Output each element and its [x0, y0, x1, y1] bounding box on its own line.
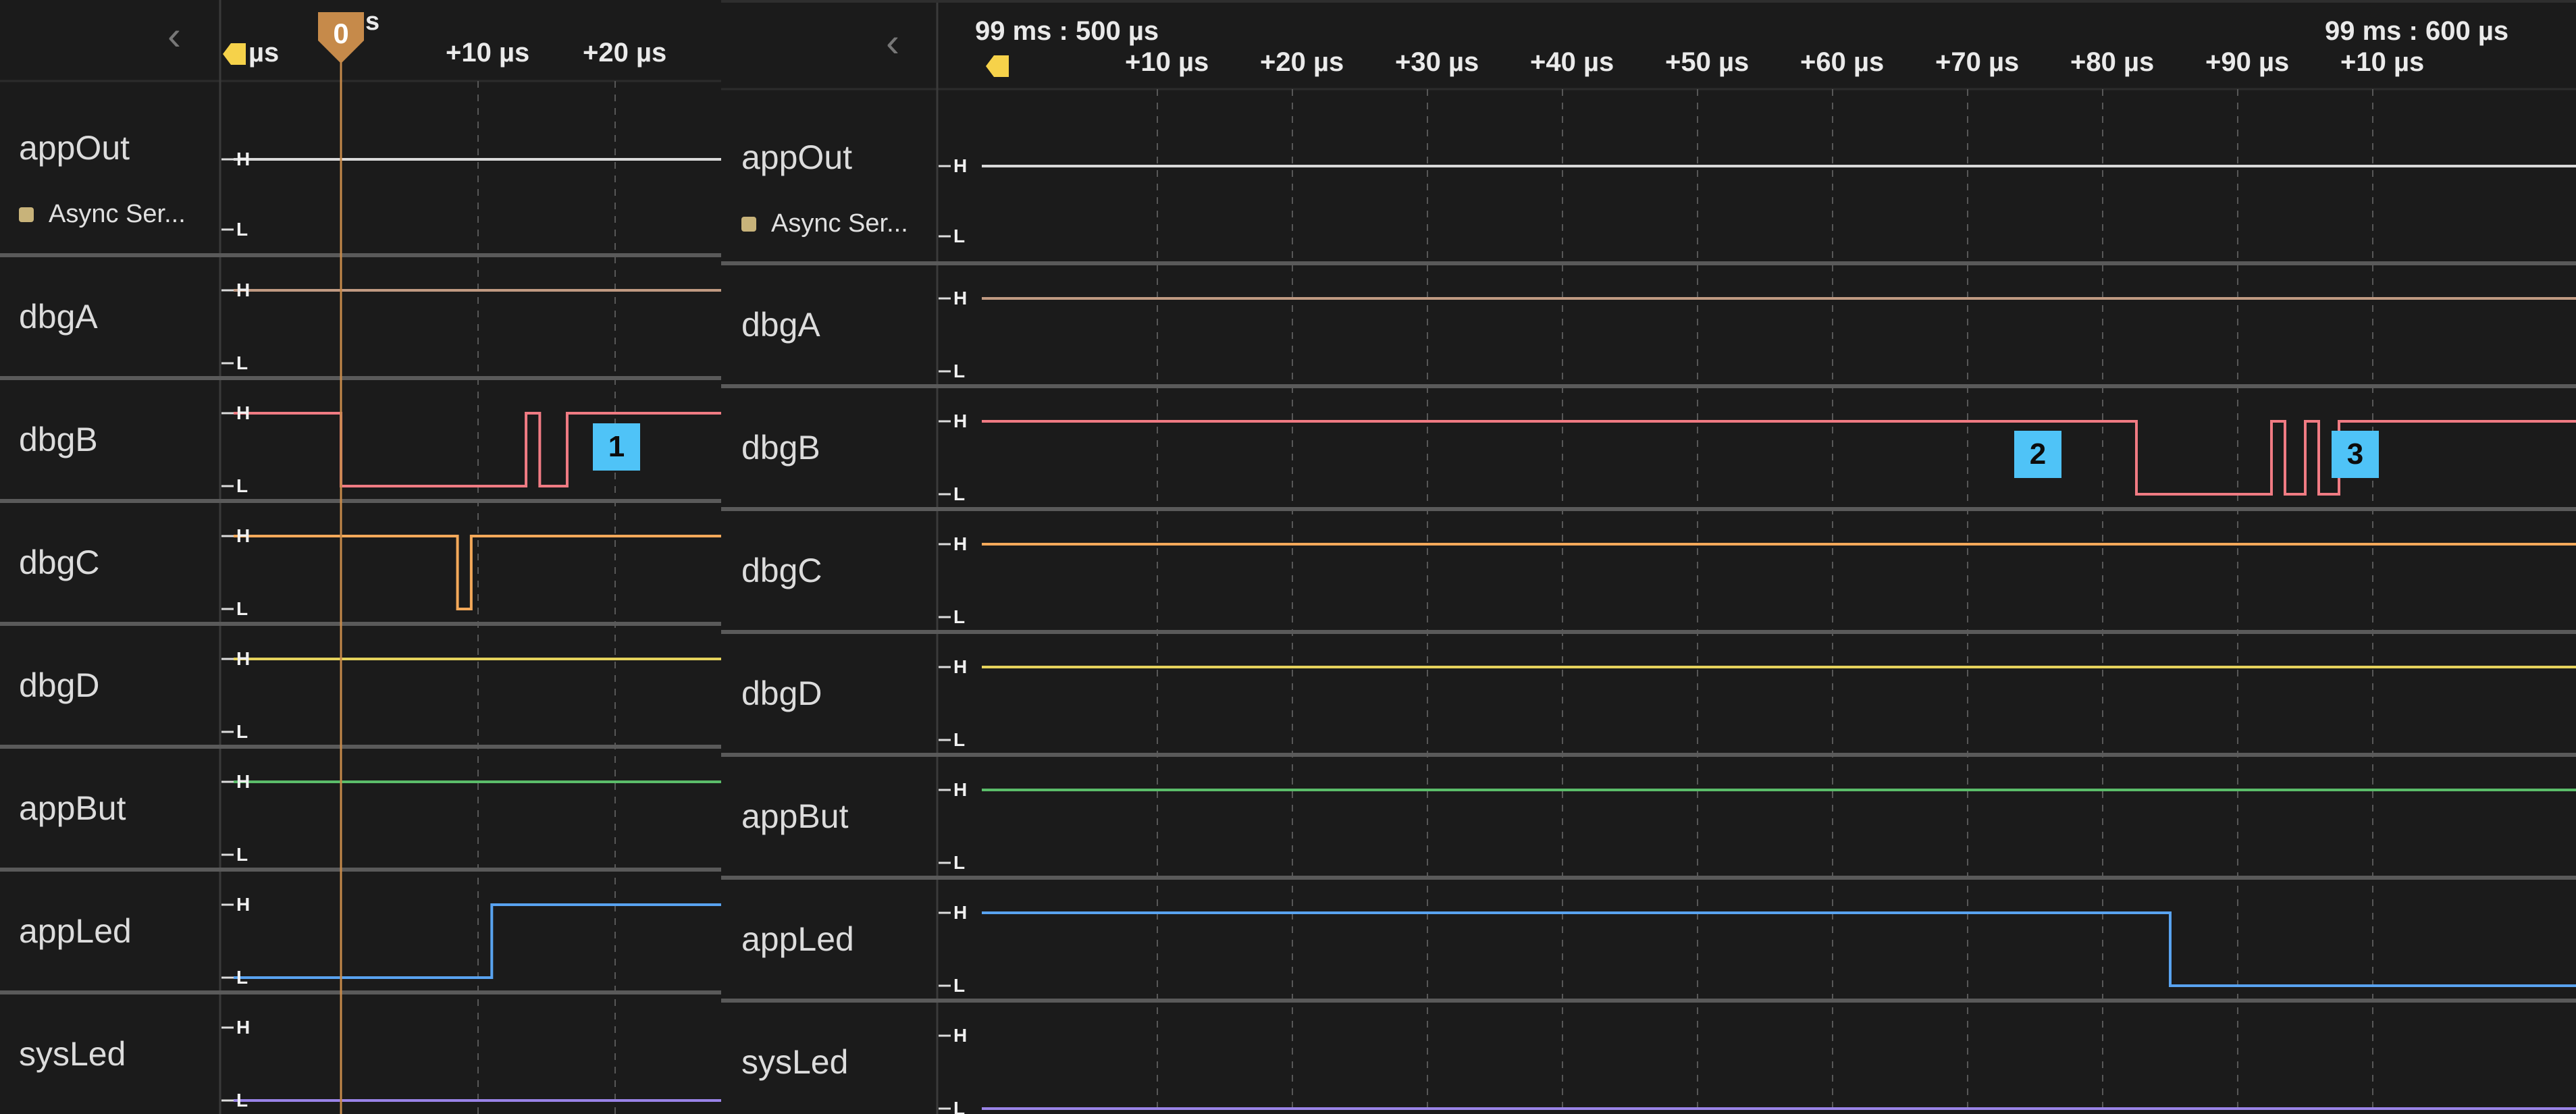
channel-name-appLed[interactable]: appLed — [741, 920, 854, 959]
channel-name-dbgD[interactable]: dbgD — [19, 666, 100, 705]
level-low-label: L — [236, 1090, 248, 1111]
level-high-label: H — [953, 1025, 968, 1046]
level-low-label: L — [953, 226, 966, 246]
level-low-label: L — [953, 1098, 966, 1114]
level-low-label: L — [236, 219, 248, 240]
tick-label: +40 µs — [1530, 47, 1614, 77]
channel-name-dbgC[interactable]: dbgC — [19, 543, 100, 582]
tick-label: +30 µs — [1395, 47, 1479, 77]
level-high-label: H — [953, 533, 968, 554]
tick-label: +20 µs — [1260, 47, 1344, 77]
level-low-label: L — [236, 475, 248, 496]
partial-tick-label: µs — [248, 38, 280, 68]
analyzer-color-icon — [741, 216, 756, 232]
level-high-label: H — [236, 771, 251, 792]
tick-label: +10 µs — [2340, 47, 2425, 77]
tick-label: +90 µs — [2205, 47, 2290, 77]
level-high-label: H — [953, 902, 968, 923]
analyzer-label[interactable]: Async Ser... — [19, 200, 186, 229]
timing-cursor-unit: s — [365, 7, 379, 36]
tick-label: +50 µs — [1665, 47, 1750, 77]
channel-name-appOut[interactable]: appOut — [741, 138, 852, 177]
level-high-label: H — [953, 288, 968, 309]
level-low-label: L — [236, 844, 248, 865]
level-low-label: L — [236, 967, 248, 988]
timestamp-left: 99 ms : 500 µs — [975, 16, 1159, 46]
level-low-label: L — [953, 361, 966, 381]
channel-name-dbgD[interactable]: dbgD — [741, 674, 822, 713]
channel-name-appOut[interactable]: appOut — [19, 128, 130, 167]
channel-name-dbgB[interactable]: dbgB — [741, 428, 820, 467]
analyzer-name: Async Ser... — [771, 209, 908, 238]
chevron-left-icon[interactable]: ‹ — [167, 12, 181, 59]
waveform-appLed — [982, 911, 2576, 987]
channel-name-appBut[interactable]: appBut — [19, 789, 126, 828]
level-high-label: H — [236, 402, 251, 423]
tick-label: +60 µs — [1800, 47, 1885, 77]
channel-name-appBut[interactable]: appBut — [741, 797, 848, 836]
channel-name-dbgA[interactable]: dbgA — [741, 305, 820, 344]
level-high-label: H — [236, 894, 251, 915]
channel-name-sysLed[interactable]: sysLed — [741, 1042, 848, 1082]
marker-1[interactable]: 1 — [593, 423, 640, 471]
marker-2[interactable]: 2 — [2014, 431, 2061, 478]
level-low-label: L — [953, 483, 966, 504]
timestamp-right: 99 ms : 600 µs — [2325, 16, 2509, 46]
channel-name-dbgA[interactable]: dbgA — [19, 297, 98, 336]
level-low-label: L — [953, 729, 966, 750]
left-waveform-panel[interactable]: 0s ‹ µs +10 µs +20 µs appOut Async Ser... d… — [0, 0, 721, 1114]
analyzer-color-icon — [19, 207, 34, 222]
level-high-label: H — [236, 1017, 251, 1038]
level-high-label: H — [236, 525, 251, 546]
tick-label: +10 µs — [1125, 47, 1209, 77]
level-high-label: H — [953, 656, 968, 677]
tick-label: +70 µs — [1935, 47, 2020, 77]
level-high-label: H — [953, 155, 968, 176]
level-high-label: H — [953, 779, 968, 800]
marker-3[interactable]: 3 — [2332, 431, 2379, 478]
right-waveform-panel[interactable]: ‹ 99 ms : 500 µs 99 ms : 600 µs +10 µs +2… — [721, 0, 2576, 1114]
chevron-left-icon-right[interactable]: ‹ — [886, 19, 899, 65]
channel-name-appLed[interactable]: appLed — [19, 911, 132, 951]
waveform-appLed — [234, 903, 721, 979]
tick-label: +80 µs — [2070, 47, 2155, 77]
level-high-label: H — [236, 648, 251, 669]
timing-cursor-value[interactable]: 0 — [333, 18, 348, 49]
start-marker-icon — [223, 43, 246, 65]
level-low-label: L — [953, 975, 966, 996]
channel-name-sysLed[interactable]: sysLed — [19, 1034, 126, 1073]
level-low-label: L — [236, 352, 248, 373]
level-low-label: L — [236, 721, 248, 742]
level-low-label: L — [236, 598, 248, 619]
level-high-label: H — [236, 280, 251, 300]
channel-name-dbgB[interactable]: dbgB — [19, 420, 98, 459]
analyzer-name: Async Ser... — [49, 200, 186, 228]
tick-label: +10 µs — [446, 38, 530, 68]
level-high-label: H — [236, 149, 251, 169]
tick-label: +20 µs — [583, 38, 667, 68]
level-low-label: L — [953, 852, 966, 873]
level-high-label: H — [953, 410, 968, 431]
start-marker-icon — [986, 55, 1009, 77]
analyzer-label[interactable]: Async Ser... — [741, 209, 908, 238]
right-waveform-canvas[interactable] — [721, 3, 2576, 1114]
channel-name-dbgC[interactable]: dbgC — [741, 551, 822, 590]
level-low-label: L — [953, 606, 966, 627]
